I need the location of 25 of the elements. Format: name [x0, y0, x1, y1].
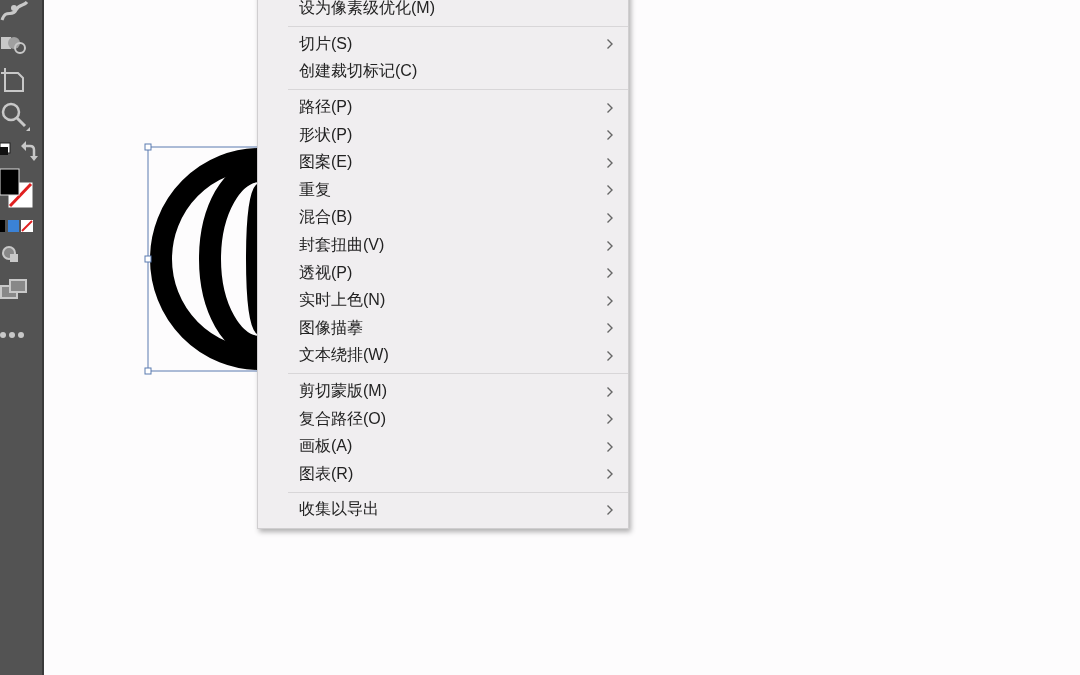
- menu-item[interactable]: 重复: [258, 176, 628, 205]
- menu-item[interactable]: 混合(B): [258, 204, 628, 232]
- screen-mode-icon[interactable]: [0, 278, 28, 300]
- menu-item[interactable]: 文本绕排(W): [258, 342, 628, 370]
- menu-item[interactable]: 实时上色(N): [258, 286, 628, 315]
- menu-item[interactable]: 画板(A): [258, 432, 628, 461]
- menu-item[interactable]: 图案(E): [258, 148, 628, 177]
- menu-item[interactable]: 复合路径(O): [258, 405, 628, 433]
- menu-item[interactable]: 图表(R): [258, 460, 628, 489]
- menu-item[interactable]: 切片(S): [258, 30, 628, 59]
- artboard-icon[interactable]: [0, 67, 26, 93]
- draw-mode-icon[interactable]: [0, 244, 20, 264]
- menu-item[interactable]: 路径(P): [258, 93, 628, 122]
- menu-item[interactable]: 图像描摹: [258, 314, 628, 343]
- color-mode-icon[interactable]: [0, 219, 34, 233]
- menu-item[interactable]: 剪切蒙版(M): [258, 377, 628, 406]
- swap-colors-icon[interactable]: [20, 140, 40, 162]
- menu-item[interactable]: 设为像素级优化(M): [258, 0, 628, 23]
- more-icon[interactable]: [0, 331, 24, 339]
- menu-item[interactable]: 透视(P): [258, 259, 628, 287]
- menu-item[interactable]: 形状(P): [258, 121, 628, 149]
- menu-item[interactable]: 封套扭曲(V): [258, 231, 628, 260]
- zoom-icon[interactable]: [0, 101, 32, 131]
- menu-item[interactable]: 创建裁切标记(C): [258, 58, 628, 86]
- menu-item[interactable]: 收集以导出: [258, 496, 628, 524]
